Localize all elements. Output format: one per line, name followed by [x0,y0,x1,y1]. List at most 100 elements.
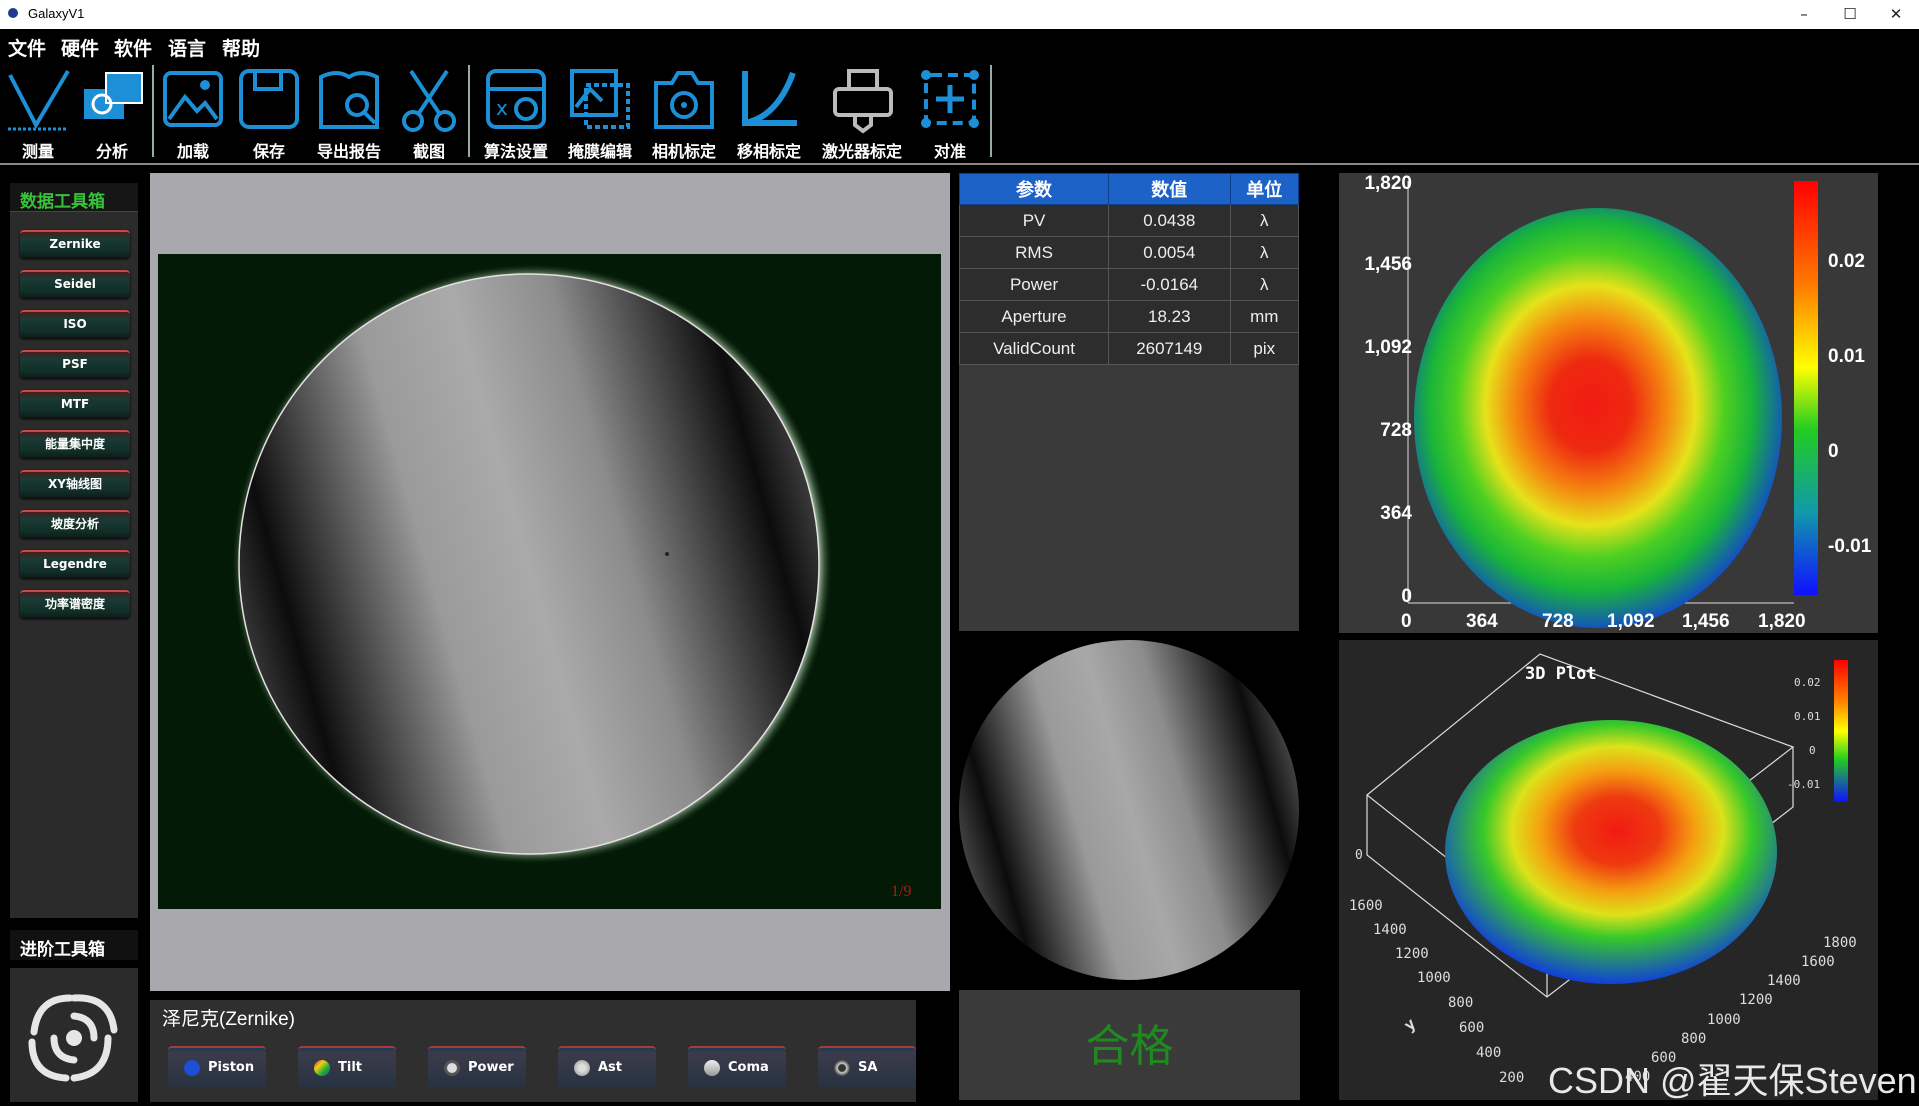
3d-plot-title: 3D Plot [1525,664,1597,684]
interferogram-image[interactable]: 1/9 [158,254,941,909]
zernike-ast-button[interactable]: Ast [558,1046,656,1088]
zernike-panel-title: 泽尼克(Zernike) [162,1009,296,1030]
astigmatism-icon [574,1060,590,1076]
toolbox-iso-button[interactable]: ISO [20,310,130,338]
parameters-table: 参数 数值 单位 PV 0.0438 λ RMS 0.0054 λ Power … [958,173,1300,365]
table-row: ValidCount 2607149 pix [958,332,1300,365]
export-report-button[interactable]: 导出报告 [311,65,387,161]
camera-calibration-button[interactable]: 相机标定 [646,65,722,161]
surface-map-panel[interactable]: 1,820 1,456 1,092 728 364 0 0 364 728 1,… [1339,173,1878,633]
alignment-icon [921,70,979,128]
sa-label: SA [858,1060,878,1075]
toolbox-psd-button[interactable]: 功率谱密度 [20,590,130,618]
row-value: -0.0164 [1108,268,1231,301]
toolbox-legendre-button[interactable]: Legendre [20,550,130,578]
tilt-icon [314,1060,330,1076]
3d-colorbar-tick: 0 [1809,744,1816,757]
zernike-piston-button[interactable]: Piston [168,1046,266,1088]
row-name: Power [958,268,1110,301]
3d-right-tick: 1000 [1707,1012,1741,1028]
mask-edit-button[interactable]: 掩膜编辑 [562,65,638,161]
menu-software[interactable]: 软件 [114,34,152,61]
load-image-icon [163,71,223,127]
zernike-sa-button[interactable]: SA [818,1046,916,1088]
pass-fail-result: 合格 [1085,1021,1174,1072]
piston-icon [184,1060,200,1076]
maximize-button[interactable]: ☐ [1827,0,1873,29]
piston-label: Piston [208,1060,255,1075]
3d-right-tick: 1800 [1823,935,1857,951]
row-unit: λ [1229,204,1300,237]
algorithm-settings-button[interactable]: x 算法设置 [478,65,554,161]
parameters-panel: 参数 数值 单位 PV 0.0438 λ RMS 0.0054 λ Power … [958,173,1300,631]
scissors-icon [402,69,456,132]
zernike-power-button[interactable]: Power [428,1046,526,1088]
menu-language[interactable]: 语言 [168,34,206,61]
y-tick-label: 1,456 [1364,254,1412,275]
coma-label: Coma [728,1060,769,1075]
ast-label: Ast [598,1060,623,1075]
row-unit: pix [1229,332,1300,365]
data-toolbox-header: 数据工具箱 [10,183,138,212]
zernike-tilt-button[interactable]: Tilt [298,1046,396,1088]
toolbox-zernike-button[interactable]: Zernike [20,230,130,258]
toolbox-xy-profile-button[interactable]: XY轴线图 [20,470,130,498]
x-tick-label: 364 [1466,611,1498,632]
watermark: CSDN @翟天保Steven [1548,1060,1917,1101]
phase-shift-calibration-button[interactable]: 移相标定 [731,65,807,161]
row-name: RMS [958,236,1110,269]
thumbnail-fringe-pattern [959,640,1299,980]
coma-icon [704,1060,720,1076]
3d-left-tick: 600 [1459,1020,1485,1036]
toolbox-psf-button[interactable]: PSF [20,350,130,378]
row-name: ValidCount [958,332,1110,365]
3d-left-tick: 1600 [1349,898,1383,914]
table-row: Aperture 18.23 mm [958,300,1300,333]
3d-left-tick: 1000 [1417,970,1451,986]
toolbox-encircled-energy-button[interactable]: 能量集中度 [20,430,130,458]
measure-button[interactable]: 测量 [0,65,76,161]
save-button[interactable]: 保存 [231,65,307,161]
menu-file[interactable]: 文件 [8,34,46,61]
x-tick-label: 728 [1542,611,1574,632]
alignment-button[interactable]: 对准 [912,65,988,161]
3d-colorbar [1834,660,1848,802]
analyze-icon [84,72,143,119]
surface-map-plot [1407,181,1818,628]
toolbar-separator [152,65,154,157]
3d-left-tick: 200 [1499,1070,1525,1086]
table-header-row: 参数 数值 单位 [958,173,1300,205]
advanced-toolbox-title: 进阶工具箱 [20,940,105,960]
load-button[interactable]: 加载 [155,65,231,161]
data-toolbox-panel: 数据工具箱 Zernike Seidel ISO PSF MTF 能量集中度 X… [10,183,138,918]
minimize-button[interactable]: – [1781,0,1827,29]
screenshot-button[interactable]: 截图 [391,65,467,161]
surface-heatmap [1414,208,1782,628]
3d-z-tick: 0 [1355,848,1363,863]
zernike-coma-button[interactable]: Coma [688,1046,786,1088]
zernike-panel: 泽尼克(Zernike) Piston Tilt Power Ast Coma … [150,1000,916,1102]
app-icon [8,8,18,18]
power-icon [444,1060,460,1076]
toolbox-seidel-button[interactable]: Seidel [20,270,130,298]
menu-hardware[interactable]: 硬件 [61,34,99,61]
3d-right-tick: 800 [1681,1031,1707,1047]
3d-colorbar-tick: 0.01 [1794,710,1821,723]
close-button[interactable]: ✕ [1873,0,1919,29]
interferogram-thumbnail[interactable] [959,640,1300,980]
laser-calibration-button[interactable]: 激光器标定 [817,65,907,161]
3d-colorbar-tick: 0.02 [1794,676,1821,689]
x-tick-label: 0 [1401,611,1412,632]
frame-counter: 1/9 [891,883,912,900]
toolbox-mtf-button[interactable]: MTF [20,390,130,418]
row-value: 2607149 [1108,332,1231,365]
3d-plot-panel[interactable]: 3D Plot 0.02 0.01 0 -0.01 0 1600 1400 12… [1339,640,1878,1100]
y-tick-label: 0 [1401,586,1412,607]
menu-help[interactable]: 帮助 [222,34,260,61]
toolbox-slope-analysis-button[interactable]: 坡度分析 [20,510,130,538]
svg-text:x: x [496,96,508,120]
result-panel: 合格 [959,990,1300,1100]
analyze-button[interactable]: 分析 [74,65,150,161]
advanced-toolbox-header[interactable]: 进阶工具箱 [10,930,138,960]
x-tick-label: 1,092 [1607,611,1655,632]
